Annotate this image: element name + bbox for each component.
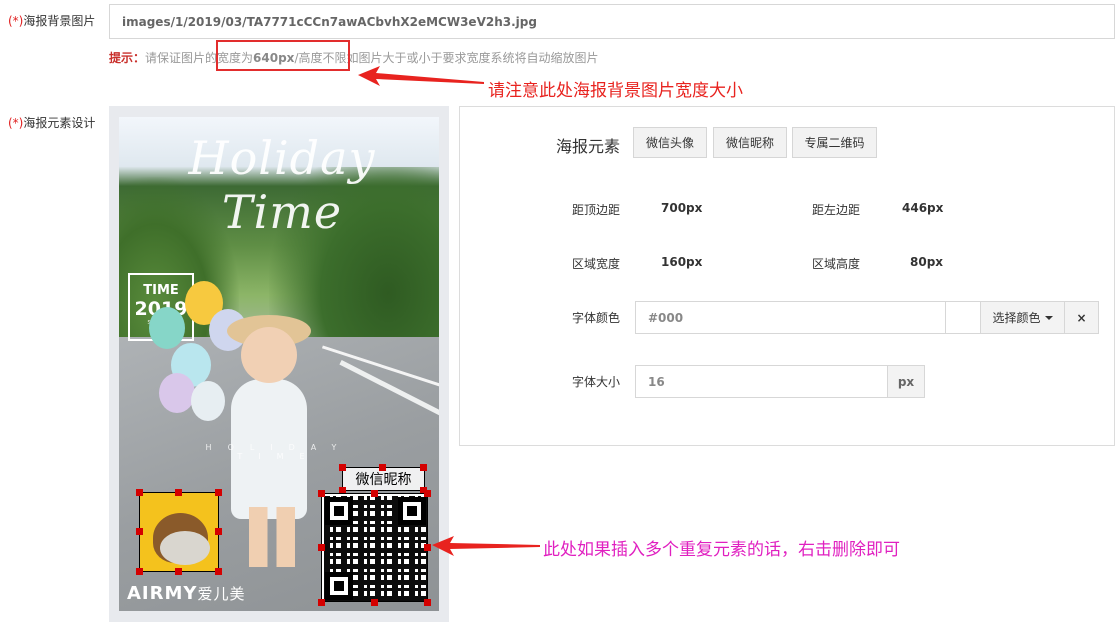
poster-girl-legs: [249, 507, 295, 567]
arrow-left-icon: [358, 66, 484, 86]
resize-handle[interactable]: [420, 464, 427, 471]
font-color-label: 字体颜色: [572, 311, 621, 325]
clear-color-button[interactable]: ×: [1064, 301, 1099, 334]
resize-handle[interactable]: [175, 568, 182, 575]
top-margin-label: 距顶边距: [572, 203, 621, 217]
add-qrcode-button[interactable]: 专属二维码: [792, 127, 877, 158]
resize-handle[interactable]: [175, 489, 182, 496]
balloon: [149, 307, 185, 349]
resize-handle[interactable]: [339, 464, 346, 471]
qrcode-finder: [325, 572, 353, 600]
arrow-left-icon: [432, 536, 540, 556]
area-height-label: 区域高度: [812, 257, 861, 271]
font-size-unit: px: [887, 365, 925, 398]
panel-title: 海报元素: [556, 137, 621, 156]
choose-color-button[interactable]: 选择颜色: [980, 301, 1065, 334]
area-height-value: 80px: [910, 255, 944, 269]
resize-handle[interactable]: [371, 599, 378, 606]
left-margin-value: 446px: [902, 201, 944, 215]
poster-title: Holiday Time: [188, 131, 376, 239]
poster-brand: AIRMY爱儿美: [127, 583, 246, 604]
resize-handle[interactable]: [215, 489, 222, 496]
balloon: [191, 381, 225, 421]
resize-handle[interactable]: [136, 528, 143, 535]
bg-image-input[interactable]: images/1/2019/03/TA7771cCCn7awACbvhX2eMC…: [109, 4, 1115, 39]
balloon: [159, 373, 195, 413]
resize-handle[interactable]: [371, 490, 378, 497]
add-avatar-button[interactable]: 微信头像: [633, 127, 707, 158]
font-color-input[interactable]: #000: [635, 301, 946, 334]
qrcode-element[interactable]: [321, 493, 428, 602]
resize-handle[interactable]: [424, 490, 431, 497]
resize-handle[interactable]: [136, 568, 143, 575]
resize-handle[interactable]: [318, 544, 325, 551]
annotation-width-note: 请注意此处海报背景图片宽度大小: [488, 81, 743, 101]
left-margin-label: 距左边距: [812, 203, 861, 217]
poster-girl-head: [241, 327, 297, 383]
resize-handle[interactable]: [215, 528, 222, 535]
qrcode-finder: [325, 497, 353, 525]
bg-image-label: (*)海报背景图片: [8, 14, 96, 28]
avatar-image: [160, 531, 210, 565]
top-margin-value: 700px: [661, 201, 703, 215]
poster-design-label: (*)海报元素设计: [8, 116, 96, 130]
highlight-box: [216, 40, 350, 71]
color-swatch[interactable]: [945, 301, 981, 334]
area-width-value: 160px: [661, 255, 703, 269]
font-size-label: 字体大小: [572, 375, 621, 389]
annotation-delete-note: 此处如果插入多个重复元素的话，右击删除即可: [543, 540, 900, 560]
add-nickname-button[interactable]: 微信昵称: [713, 127, 787, 158]
avatar-element[interactable]: [139, 492, 219, 572]
resize-handle[interactable]: [424, 599, 431, 606]
poster-subtitle: HOLIDAY TIME: [205, 443, 353, 461]
qrcode-finder: [398, 497, 426, 525]
resize-handle[interactable]: [318, 599, 325, 606]
resize-handle[interactable]: [136, 489, 143, 496]
resize-handle[interactable]: [318, 490, 325, 497]
bg-image-tip: 提示：请保证图片的宽度为640px/高度不限如图片大于或小于要求宽度系统将自动缩…: [109, 51, 599, 65]
caret-down-icon: [1044, 315, 1053, 320]
resize-handle[interactable]: [379, 464, 386, 471]
font-size-input[interactable]: 16: [635, 365, 888, 398]
area-width-label: 区域宽度: [572, 257, 621, 271]
resize-handle[interactable]: [215, 568, 222, 575]
